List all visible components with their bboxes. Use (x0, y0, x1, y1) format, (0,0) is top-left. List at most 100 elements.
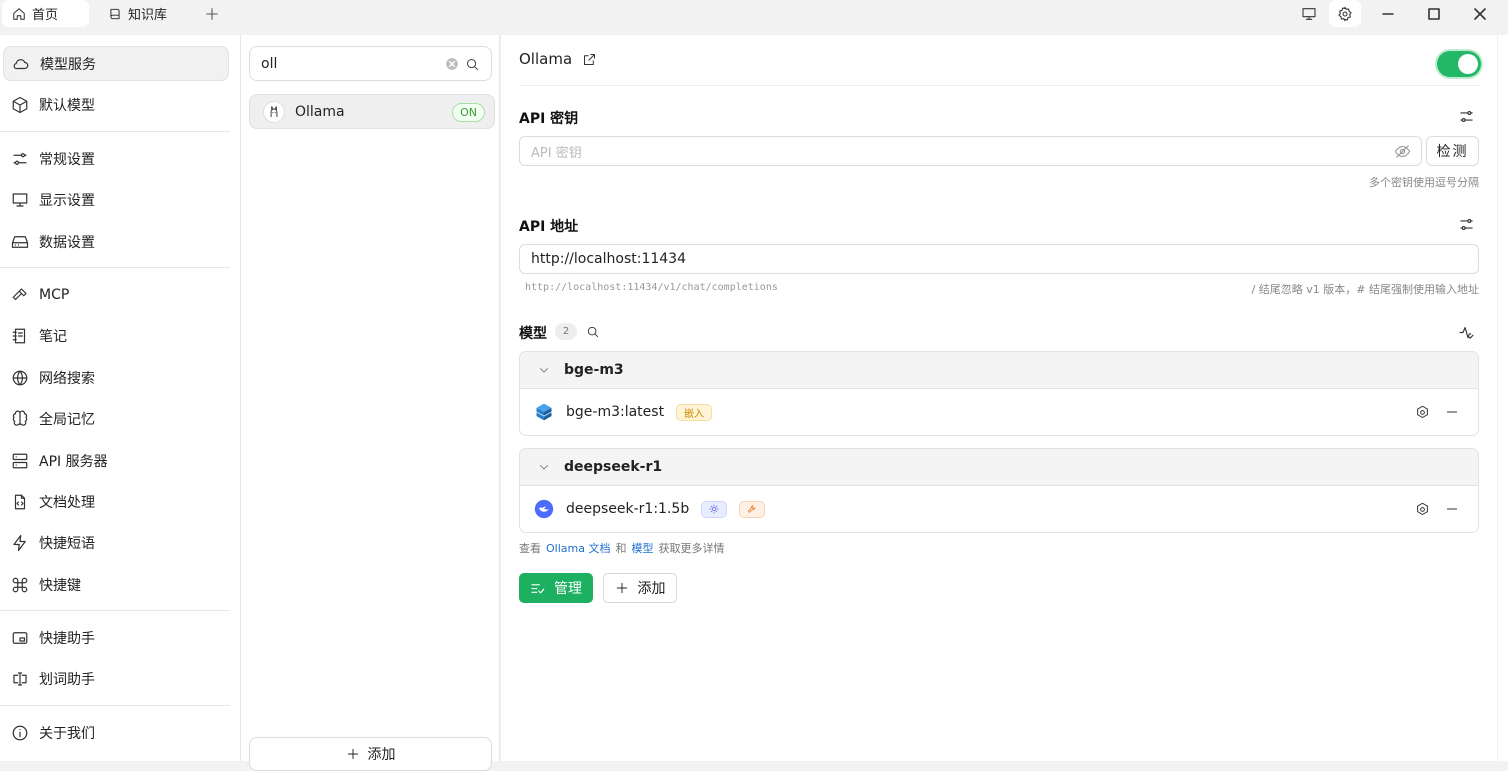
plus-icon (346, 747, 360, 761)
list-check-icon (530, 581, 545, 596)
external-link-icon[interactable] (582, 52, 597, 67)
nav-label: 全局记忆 (39, 411, 95, 428)
eye-off-icon[interactable] (1394, 143, 1411, 160)
provider-search-input[interactable]: oll (249, 46, 492, 81)
monitor-icon (11, 191, 29, 209)
tab-knowledge-base[interactable]: 知识库 (98, 0, 177, 27)
model-settings-button[interactable] (1414, 404, 1430, 420)
header-divider (519, 85, 1479, 86)
clear-search-icon[interactable] (445, 57, 459, 71)
nav-item-quick-assistant[interactable]: 快捷助手 (3, 620, 229, 655)
nav-item-document-processing[interactable]: 文档处理 (3, 484, 229, 519)
nav-divider (0, 610, 230, 611)
nav-label: 笔记 (39, 328, 67, 345)
provider-enable-toggle[interactable] (1437, 51, 1481, 77)
info-icon (11, 724, 29, 742)
nav-label: 默认模型 (39, 97, 95, 114)
nav-item-shortcuts[interactable]: 快捷键 (3, 567, 229, 602)
nav-item-quick-phrases[interactable]: 快捷短语 (3, 525, 229, 560)
nav-divider (0, 267, 230, 268)
nav-divider (0, 705, 230, 706)
nav-item-api-server[interactable]: API 服务器 (3, 443, 229, 478)
add-label: 添加 (637, 581, 666, 597)
nav-item-selection-assistant[interactable]: 划词助手 (3, 661, 229, 696)
api-url-value: http://localhost:11434 (531, 251, 686, 267)
nav-item-notes[interactable]: 笔记 (3, 318, 229, 353)
models-link[interactable]: 模型 (631, 540, 653, 556)
minus-icon (1446, 508, 1458, 510)
provider-item-ollama[interactable]: Ollama ON (249, 94, 495, 129)
manage-models-button[interactable]: 管理 (519, 573, 593, 603)
nav-item-web-search[interactable]: 网络搜索 (3, 360, 229, 395)
api-key-input[interactable]: API 密钥 (519, 136, 1422, 166)
settings-button[interactable] (1329, 0, 1361, 27)
search-icon[interactable] (464, 56, 480, 72)
zap-icon (11, 534, 29, 552)
sun-icon (709, 504, 719, 514)
close-button[interactable] (1457, 0, 1503, 27)
display-mode-button[interactable] (1293, 0, 1325, 27)
api-key-placeholder: API 密钥 (531, 145, 582, 161)
tab-label: 知识库 (128, 8, 168, 23)
nav-item-global-memory[interactable]: 全局记忆 (3, 401, 229, 436)
nav-item-mcp[interactable]: MCP (3, 277, 229, 312)
add-model-button[interactable]: 添加 (603, 573, 677, 603)
model-count-badge: 2 (555, 323, 577, 340)
nav-label: 文档处理 (39, 494, 95, 511)
provider-list-panel: oll Ollama ON 添加 (241, 35, 500, 771)
api-key-hint: 多个密钥使用逗号分隔 (1369, 176, 1479, 189)
nav-item-default-model[interactable]: 默认模型 (3, 87, 229, 122)
home-icon (12, 7, 26, 21)
command-icon (11, 576, 29, 594)
tool-tag (739, 500, 766, 518)
nav-label: 快捷短语 (39, 535, 95, 552)
nav-label: 显示设置 (39, 192, 95, 209)
nav-item-model-service[interactable]: 模型服务 (3, 46, 229, 81)
model-name: deepseek-r1:1.5b (566, 501, 690, 517)
embedding-tag: 嵌入 (676, 403, 713, 421)
file-code-icon (11, 493, 29, 511)
maximize-icon (1428, 7, 1440, 20)
nav-label: 模型服务 (40, 56, 96, 73)
scrollbar[interactable] (1497, 35, 1508, 761)
model-group-name: deepseek-r1 (564, 459, 663, 475)
provider-name: Ollama (295, 103, 345, 120)
minimize-button[interactable] (1365, 0, 1411, 27)
nav-item-about[interactable]: 关于我们 (3, 715, 229, 750)
nav-label: 常规设置 (39, 151, 95, 168)
maximize-button[interactable] (1411, 0, 1457, 27)
nav-label: 划词助手 (39, 671, 95, 688)
plus-icon (615, 581, 629, 595)
model-group-header[interactable]: deepseek-r1 (520, 449, 1478, 486)
model-search-icon[interactable] (585, 324, 600, 339)
nav-item-general-settings[interactable]: 常规设置 (3, 141, 229, 176)
api-key-settings-button[interactable] (1457, 107, 1475, 125)
model-row: deepseek-r1:1.5b (520, 486, 1478, 532)
bge-model-logo-icon (534, 402, 554, 422)
monitor-icon (1302, 7, 1316, 20)
api-url-settings-button[interactable] (1457, 215, 1475, 233)
brain-icon (11, 410, 29, 428)
nav-item-display-settings[interactable]: 显示设置 (3, 182, 229, 217)
chevron-down-icon (538, 461, 550, 473)
remove-model-button[interactable] (1444, 404, 1460, 420)
model-settings-button[interactable] (1414, 501, 1430, 517)
title-bar: 首页 知识库 (0, 0, 1508, 35)
new-tab-button[interactable] (202, 4, 222, 24)
check-api-key-button[interactable]: 检测 (1426, 136, 1479, 166)
model-group-header[interactable]: bge-m3 (520, 352, 1478, 389)
toggle-knob (1458, 54, 1478, 74)
close-icon (1474, 7, 1486, 20)
remove-model-button[interactable] (1444, 501, 1460, 517)
tab-home[interactable]: 首页 (2, 0, 89, 27)
docs-note-prefix: 查看 (519, 542, 541, 555)
nav-item-data-settings[interactable]: 数据设置 (3, 224, 229, 259)
api-url-input[interactable]: http://localhost:11434 (519, 244, 1479, 274)
nav-label: 快捷助手 (39, 630, 95, 647)
model-health-check-button[interactable] (1457, 323, 1475, 341)
add-provider-button[interactable]: 添加 (249, 737, 492, 771)
model-group-bge-m3: bge-m3 bge-m3:latest 嵌入 (519, 351, 1479, 436)
storage-icon (11, 233, 29, 251)
model-group-name: bge-m3 (564, 362, 624, 378)
ollama-docs-link[interactable]: Ollama 文档 (546, 540, 610, 556)
